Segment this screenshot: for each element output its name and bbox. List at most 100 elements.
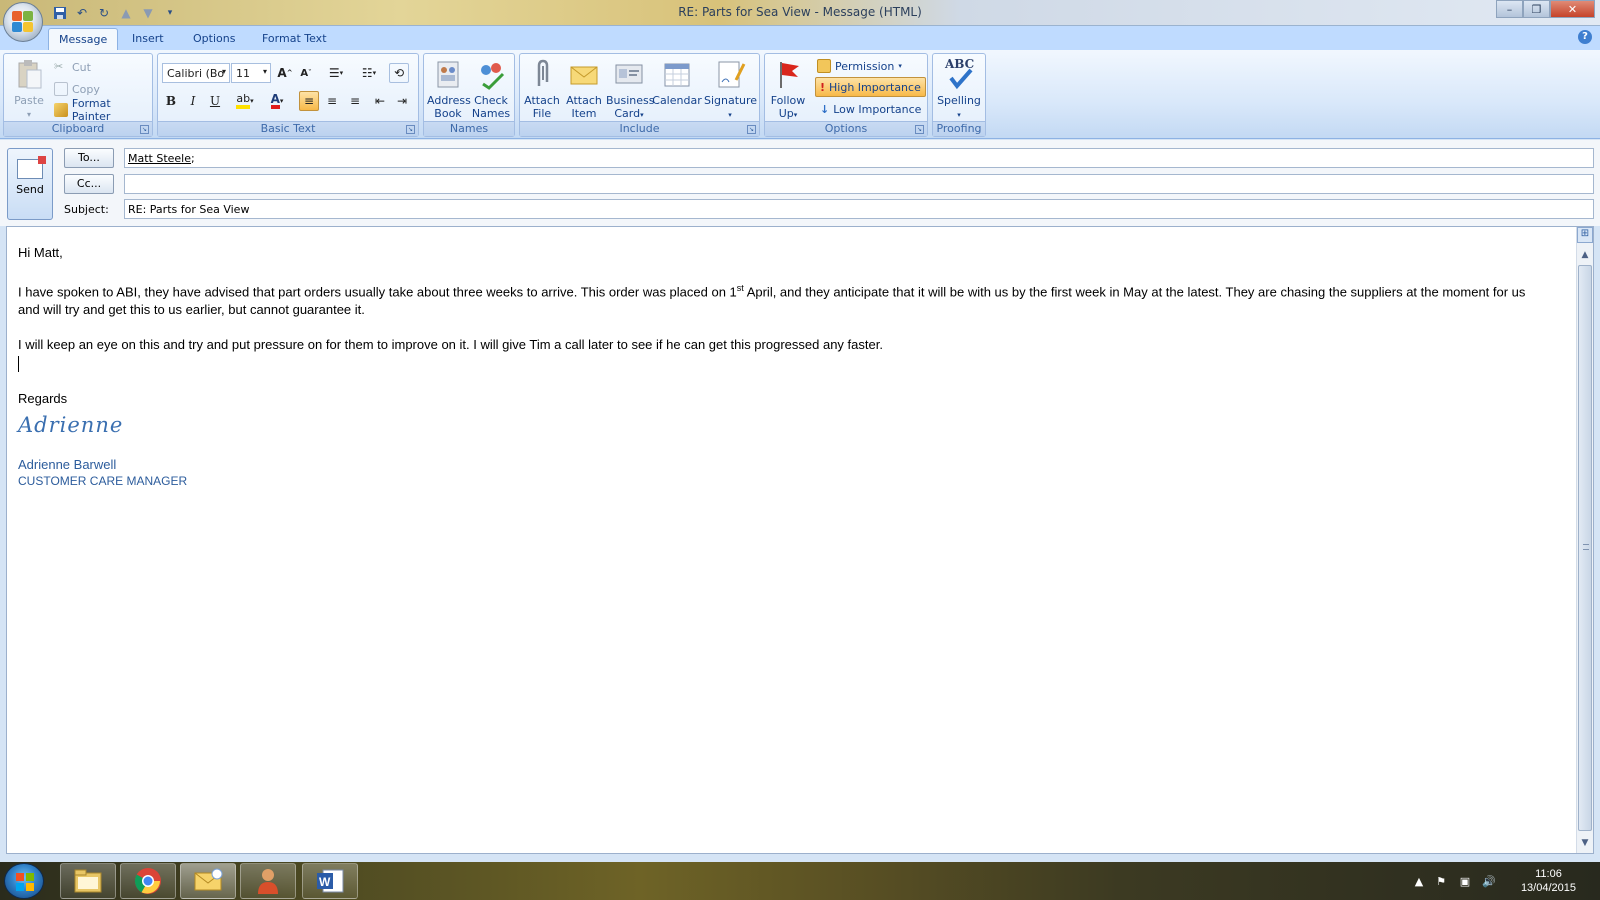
attach-file-label-2: File bbox=[532, 107, 552, 120]
check-names-button[interactable]: Check Names bbox=[470, 58, 512, 120]
increase-indent-icon[interactable]: ⇥ bbox=[392, 91, 412, 111]
proofing-group: ABC Spelling ▾ Proofing bbox=[932, 53, 986, 137]
send-envelope-icon bbox=[17, 156, 46, 179]
align-right-icon[interactable]: ≡ bbox=[345, 91, 365, 111]
follow-up-label-1: Follow bbox=[770, 94, 806, 107]
to-button[interactable]: To... bbox=[64, 148, 114, 168]
check-names-label-1: Check bbox=[474, 94, 508, 107]
include-launcher-icon[interactable]: ↘ bbox=[747, 125, 756, 134]
cc-field[interactable] bbox=[124, 174, 1594, 194]
scroll-down-icon[interactable]: ▼ bbox=[1577, 835, 1593, 851]
low-importance-button[interactable]: ↓ Low Importance bbox=[820, 100, 921, 118]
underline-button[interactable]: U bbox=[205, 91, 225, 111]
styles-icon[interactable]: ⟲ bbox=[389, 63, 409, 83]
copy-button[interactable]: Copy bbox=[54, 80, 100, 98]
highlight-icon[interactable]: ab ▾ bbox=[230, 91, 260, 111]
tab-insert[interactable]: Insert bbox=[122, 28, 174, 50]
windows-logo-icon bbox=[16, 873, 34, 891]
high-importance-button[interactable]: ! High Importance bbox=[815, 77, 926, 97]
shrink-font-icon[interactable]: Aˇ bbox=[296, 63, 316, 83]
taskbar-contacts[interactable] bbox=[240, 863, 296, 899]
italic-button[interactable]: I bbox=[183, 91, 203, 111]
attach-file-label-1: Attach bbox=[524, 94, 560, 107]
tab-options[interactable]: Options bbox=[183, 28, 245, 50]
business-card-label-2: Card bbox=[614, 107, 641, 120]
calendar-button[interactable]: Calendar bbox=[652, 58, 702, 107]
send-button[interactable]: Send bbox=[7, 148, 53, 220]
options-group-label: Options bbox=[765, 121, 927, 136]
start-button[interactable] bbox=[4, 863, 44, 899]
system-clock[interactable]: 11:06 13/04/2015 bbox=[1521, 867, 1576, 895]
taskbar-outlook[interactable] bbox=[180, 863, 236, 899]
font-size-select[interactable]: 11 ▾ bbox=[231, 63, 271, 83]
bold-button[interactable]: B bbox=[161, 91, 181, 111]
tab-format-text[interactable]: Format Text bbox=[252, 28, 337, 50]
network-icon[interactable]: ▣ bbox=[1458, 875, 1472, 888]
address-book-label-1: Address bbox=[427, 94, 471, 107]
calendar-icon bbox=[661, 58, 693, 90]
align-center-icon[interactable]: ≡ bbox=[322, 91, 342, 111]
scissors-icon: ✂ bbox=[54, 60, 64, 73]
scroll-thumb[interactable] bbox=[1578, 265, 1592, 831]
bullets-icon[interactable]: ☰ ▾ bbox=[321, 63, 351, 83]
tab-message[interactable]: Message bbox=[48, 28, 119, 50]
follow-up-button[interactable]: Follow Up▾ bbox=[768, 58, 808, 122]
close-button[interactable]: ✕ bbox=[1550, 0, 1595, 18]
options-launcher-icon[interactable]: ↘ bbox=[915, 125, 924, 134]
font-name-select[interactable]: Calibri (Bo ▾ bbox=[162, 63, 230, 83]
taskbar-explorer[interactable] bbox=[60, 863, 116, 899]
show-hidden-icons-icon[interactable]: ▲ bbox=[1412, 875, 1426, 888]
names-group: Address Book Check Names Names bbox=[423, 53, 515, 137]
font-name-value: Calibri (Bo bbox=[167, 67, 225, 80]
cut-button[interactable]: ✂ Cut bbox=[54, 58, 91, 76]
maximize-button[interactable]: ❐ bbox=[1523, 0, 1550, 18]
to-recipient[interactable]: Matt Steele bbox=[128, 152, 191, 165]
format-painter-button[interactable]: Format Painter bbox=[54, 97, 152, 123]
grow-font-icon[interactable]: A ^ bbox=[275, 63, 295, 83]
signature-button[interactable]: Signature ▾ bbox=[704, 58, 758, 122]
ruler-toggle-icon[interactable]: ⊞ bbox=[1577, 227, 1593, 243]
calendar-label: Calendar bbox=[652, 94, 702, 107]
attach-file-button[interactable]: Attach File bbox=[522, 58, 562, 120]
paste-button[interactable]: Paste ▾ bbox=[10, 58, 48, 121]
permission-envelope-icon bbox=[817, 59, 831, 73]
decrease-indent-icon[interactable]: ⇤ bbox=[370, 91, 390, 111]
volume-icon[interactable]: 🔊 bbox=[1482, 875, 1496, 888]
subject-field[interactable]: RE: Parts for Sea View bbox=[124, 199, 1594, 219]
office-logo-icon bbox=[12, 11, 34, 33]
numbering-icon[interactable]: ☷ ▾ bbox=[354, 63, 384, 83]
taskbar-word[interactable]: W bbox=[302, 863, 358, 899]
cc-button[interactable]: Cc... bbox=[64, 174, 114, 194]
permission-button[interactable]: Permission ▾ bbox=[817, 57, 902, 75]
minimize-button[interactable]: – bbox=[1496, 0, 1523, 18]
scroll-up-icon[interactable]: ▲ bbox=[1577, 247, 1593, 263]
basic-text-launcher-icon[interactable]: ↘ bbox=[406, 125, 415, 134]
spelling-button[interactable]: ABC Spelling ▾ bbox=[936, 58, 982, 122]
office-button[interactable] bbox=[3, 2, 43, 42]
help-icon[interactable]: ? bbox=[1578, 30, 1592, 44]
signature-label: Signature bbox=[704, 94, 758, 107]
basic-text-group-label: Basic Text bbox=[158, 121, 418, 136]
check-names-label-2: Names bbox=[471, 107, 511, 120]
address-book-button[interactable]: Address Book bbox=[427, 58, 471, 120]
action-center-flag-icon[interactable]: ⚑ bbox=[1434, 875, 1448, 888]
ordinal-superscript: st bbox=[736, 283, 744, 293]
vertical-scrollbar[interactable]: ⊞ ▲ ▼ bbox=[1576, 227, 1593, 853]
options-group: Follow Up▾ Permission ▾ ! High Importance… bbox=[764, 53, 928, 137]
align-left-icon[interactable]: ≡ bbox=[299, 91, 319, 111]
taskbar-chrome[interactable] bbox=[120, 863, 176, 899]
paste-label: Paste bbox=[14, 94, 44, 107]
regards-line: Regards bbox=[18, 391, 68, 407]
message-header: Send To... Matt Steele; Cc... Subject: R… bbox=[0, 140, 1600, 226]
clipboard-launcher-icon[interactable]: ↘ bbox=[140, 125, 149, 134]
message-body[interactable]: Hi Matt, I have spoken to ABI, they have… bbox=[6, 226, 1594, 854]
down-arrow-icon: ↓ bbox=[820, 102, 830, 116]
font-color-icon[interactable]: A ▾ bbox=[262, 91, 292, 111]
attach-item-button[interactable]: Attach Item bbox=[564, 58, 604, 120]
folder-icon bbox=[74, 869, 102, 893]
address-book-icon bbox=[432, 58, 464, 90]
to-field[interactable]: Matt Steele; bbox=[124, 148, 1594, 168]
message-body-text[interactable]: Hi Matt, I have spoken to ABI, they have… bbox=[18, 244, 1538, 490]
subject-label: Subject: bbox=[64, 203, 109, 216]
business-card-button[interactable]: Business Card▾ bbox=[606, 58, 655, 122]
